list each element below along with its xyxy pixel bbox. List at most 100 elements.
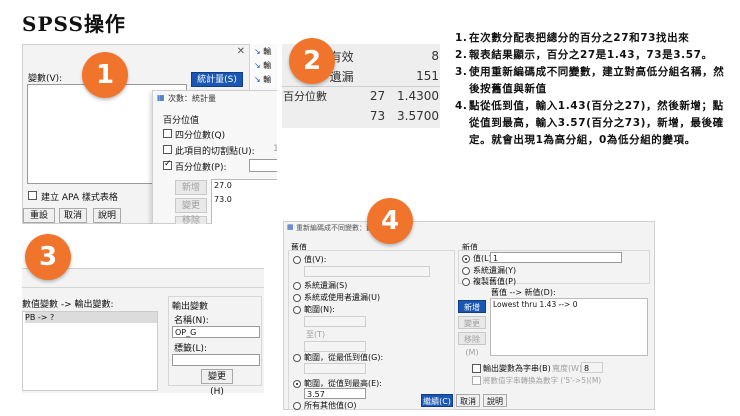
new-value-input[interactable]: 1 [490,252,622,263]
table-row: 百分位數 27 1.4300 [282,86,440,106]
table-cell [329,86,369,106]
range-from-input[interactable] [304,316,366,327]
variable-icon: ↘ [254,47,261,56]
to-label: 至(T) [306,330,326,339]
range-high-radio[interactable] [293,380,301,388]
change-button[interactable]: 變更(C) [458,316,486,341]
apa-checkbox[interactable] [28,191,37,200]
range-low-input[interactable] [304,363,366,374]
statistics-dialog-title: 次數：統計量 [168,94,216,103]
sys-user-missing-radio[interactable] [293,294,301,302]
variables-label: 變數(V): [28,74,63,84]
range-high-input[interactable]: 3.57 [304,388,366,399]
help-button[interactable]: 說明 [93,208,121,223]
variable-icon: ↘ [254,75,261,84]
convert-checkbox[interactable] [472,376,481,385]
reset-button[interactable]: 重設(R) [23,208,55,223]
page-title: SPSS操作 [22,12,126,36]
add-button[interactable]: 新增(A) [175,180,207,208]
table-cell: 1.4300 [397,89,439,103]
list-item[interactable]: ↘ 輸 [254,46,271,57]
apa-label: 建立 APA 樣式表格 [41,193,118,203]
sys-missing-radio[interactable] [293,282,301,290]
width-input[interactable]: 8 [581,362,603,373]
table-row: 73 3.5700 [282,106,440,126]
close-icon[interactable]: ✕ [237,46,245,57]
instruction-item: 4. 點從低到值，輸入1.43(百分之27)，然後新增；點從值到最高，輸入3.57… [455,100,724,146]
sys-user-missing-label: 系統或使用者遺漏(U) [304,293,381,302]
percentile-section-label: 百分位值 [163,116,200,126]
continue-button[interactable]: 繼續(C) [421,394,453,407]
add-button[interactable]: 新增(A) [458,300,486,325]
list-item[interactable]: ↘ 輸 [254,60,271,71]
range-low-radio[interactable] [293,354,301,362]
range-to-input[interactable] [304,341,366,352]
table-cell: 27 [369,89,386,103]
variable-mapping-list[interactable]: PB -> ? [22,311,158,391]
instruction-item: 2. 報表結果顯示，百分之27是1.43，73是3.57。 [455,49,713,61]
cutpoints-label: 此項目的切割點(U): [175,147,255,157]
step-3-badge: 3 [25,234,71,280]
instruction-item: 1. 在次數分配表把總分的百分之27和73找出來 [455,32,690,44]
new-value-radio[interactable] [462,255,470,263]
table-cell [329,106,369,126]
output-name-input[interactable]: OP_G [172,326,260,338]
old-new-list-label: 舊值 --> 新值(D): [491,288,556,297]
new-sys-missing-label: 系統遺漏(Y) [473,266,517,275]
value-label: 值(V): [304,255,327,264]
change-button[interactable]: 變更(C) [175,198,207,224]
output-var-group: 輸出變數 名稱(N): OP_G 標籤(L): 變更(H) [168,296,262,397]
statistics-button[interactable]: 統計量(S) [191,72,243,87]
list-item[interactable]: 73.0 [214,194,277,205]
convert-label: 將數值字串轉換為數字 ('5'->5)(M) [483,376,602,385]
variable-icon: ↘ [254,61,261,70]
output-string-checkbox[interactable] [472,364,481,373]
table-cell: 3.5700 [397,109,439,123]
statistics-dialog: ▦ 次數：統計量 百分位值 四分位數(Q) 此項目的切割點(U): 10 百分位… [152,90,277,224]
old-new-values-dialog: ▦ 重新編碼成不同變數：舊值與新值 舊值 值(V): 系統遺漏(S) 系統或使用… [283,221,655,410]
percentiles-checkbox[interactable] [163,159,172,170]
output-string-label: 輸出變數為字串(B) [483,364,551,373]
panel-frequencies: ✕ 變數(V): 統計量(S) 建立 APA 樣式表格 重設(R) 取消 說明 … [22,44,277,224]
remove-button[interactable]: 移除(M) [458,332,486,357]
list-item[interactable]: 27.0 [214,180,277,191]
range-radio[interactable] [293,306,301,314]
list-item[interactable]: Lowest thru 1.43 --> 0 [493,299,647,310]
window-icon: ▦ [287,223,294,231]
table-cell: 遺漏 [329,69,354,84]
table-cell [369,46,386,66]
cancel-button[interactable]: 取消 [59,208,87,223]
output-label-input[interactable] [172,354,260,366]
list-item[interactable]: PB -> ? [25,312,157,323]
cancel-button[interactable]: 取消 [456,394,480,407]
help-button[interactable]: 說明 [483,394,507,407]
value-radio[interactable] [293,256,301,264]
label-label: 標籤(L): [174,344,208,354]
step-2-badge: 2 [289,38,335,84]
list-item[interactable]: ↘ 輸 [254,74,271,85]
all-other-radio[interactable] [293,402,301,410]
panel-recode-dialog: 數值變數 -> 輸出變數: PB -> ? 輸出變數 名稱(N): OP_G 標… [22,268,264,397]
old-new-list[interactable]: Lowest thru 1.43 --> 0 [490,298,648,356]
cutpoints-checkbox[interactable] [163,145,172,154]
percentile-input[interactable] [249,159,277,172]
instruction-list: 1. 在次數分配表把總分的百分之27和73找出來 2. 報表結果顯示，百分之27是1… [455,30,730,149]
change-button[interactable]: 變更(H) [201,369,233,397]
new-sys-missing-radio[interactable] [462,267,470,275]
header-divider [22,287,264,288]
table-cell: 百分位數 [283,90,327,103]
cutpoints-value[interactable]: 10 [273,144,277,154]
remove-button[interactable]: 移除(M) [175,216,207,224]
table-cell: 73 [369,109,386,123]
quartiles-checkbox[interactable] [163,129,172,138]
step-4-badge: 4 [367,198,413,244]
percentiles-label: 百分位數(P): [175,163,227,173]
old-value-input[interactable] [304,266,430,277]
percentile-list[interactable]: 27.0 73.0 [211,179,277,224]
table-cell [282,106,329,126]
copy-old-radio[interactable] [462,278,470,286]
width-label: 寬度(W): [552,364,585,373]
output-var-heading: 輸出變數 [172,302,209,312]
table-cell: 151 [416,69,439,83]
all-other-label: 所有其他值(O) [304,401,357,410]
